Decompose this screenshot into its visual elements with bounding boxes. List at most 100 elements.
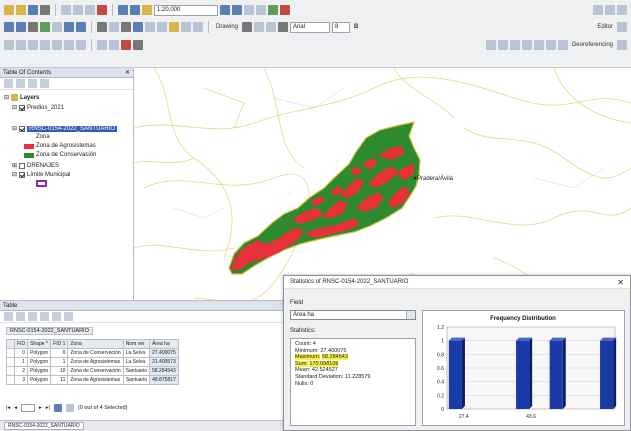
- table-cell[interactable]: 21.400573: [149, 357, 179, 367]
- tool-icon[interactable]: [617, 5, 627, 15]
- toc-layer-rnsc[interactable]: ⊟ RNSC-0154-2022_SANTUARIO: [12, 125, 118, 132]
- table-row[interactable]: 2 Polygon 10 Zona de Conservación Santua…: [6, 366, 179, 376]
- editor-menu[interactable]: Editor: [595, 24, 615, 30]
- georef-tool-icon[interactable]: [557, 40, 568, 50]
- layout-tool-icon[interactable]: [97, 40, 107, 50]
- table-cell[interactable]: Zona de Conservación: [67, 348, 124, 358]
- table-options-icon[interactable]: [4, 312, 13, 321]
- table-cell[interactable]: La Selva: [122, 348, 151, 358]
- open-icon[interactable]: [16, 5, 26, 15]
- toc-window-icon[interactable]: [232, 5, 242, 15]
- georef-tool-icon[interactable]: [533, 40, 544, 50]
- layout-tool-icon[interactable]: [121, 40, 131, 50]
- table-cell[interactable]: Polygon: [27, 348, 52, 358]
- rectangle-icon[interactable]: [266, 22, 277, 32]
- close-icon[interactable]: ✕: [617, 276, 624, 289]
- map-scale-input[interactable]: 1:20,000: [154, 4, 218, 16]
- find-icon[interactable]: [145, 22, 155, 32]
- row-selector[interactable]: [6, 357, 15, 367]
- delete-icon[interactable]: [97, 5, 107, 15]
- georef-tool-icon[interactable]: [521, 40, 532, 50]
- layout-zoom-icon[interactable]: [4, 40, 14, 50]
- table-cell[interactable]: 48.875817: [149, 375, 179, 385]
- tool-icon[interactable]: [593, 5, 603, 15]
- layer-visibility-checkbox[interactable]: [19, 125, 26, 132]
- table-cell[interactable]: 11: [50, 375, 69, 385]
- delete-selected-icon[interactable]: [64, 312, 73, 321]
- text-icon[interactable]: [278, 22, 289, 32]
- expand-icon[interactable]: ⊞: [12, 162, 17, 169]
- add-data-icon[interactable]: [142, 5, 152, 15]
- arctoolbox-icon[interactable]: [268, 5, 278, 15]
- select-features-icon[interactable]: [97, 22, 107, 32]
- layout-tool-icon[interactable]: [133, 40, 143, 50]
- font-name-select[interactable]: Arial: [290, 21, 331, 33]
- zoom-in-icon[interactable]: [4, 22, 14, 32]
- print-icon[interactable]: [40, 5, 50, 15]
- layout-pan-icon[interactable]: [16, 40, 26, 50]
- table-cell[interactable]: La Selva: [122, 357, 151, 367]
- identify-icon[interactable]: [133, 22, 143, 32]
- georef-tool-icon[interactable]: [485, 40, 496, 50]
- table-cell[interactable]: Polygon: [27, 375, 52, 385]
- layout-zoom-100-icon[interactable]: [40, 40, 50, 50]
- next-record-icon[interactable]: ▸: [39, 405, 42, 411]
- time-slider-icon[interactable]: [193, 22, 203, 32]
- table-cell[interactable]: 0: [13, 348, 29, 358]
- forward-extent-icon[interactable]: [76, 22, 86, 32]
- list-by-drawing-order-icon[interactable]: [4, 79, 13, 88]
- layout-back-icon[interactable]: [76, 40, 86, 50]
- html-popup-icon[interactable]: [181, 22, 191, 32]
- editor-toolbar-icon[interactable]: [220, 5, 230, 15]
- table-cell[interactable]: 58.284543: [149, 366, 179, 376]
- close-icon[interactable]: ✕: [125, 68, 130, 78]
- full-extent-icon[interactable]: [40, 22, 50, 32]
- select-element-icon[interactable]: [121, 22, 131, 32]
- table-cell[interactable]: Polygon: [27, 357, 52, 367]
- column-header[interactable]: FID 1: [50, 339, 69, 349]
- table-cell[interactable]: 0: [50, 348, 69, 358]
- zoom-out-icon[interactable]: [16, 22, 26, 32]
- pan-icon[interactable]: [28, 22, 38, 32]
- table-row[interactable]: 1 Polygon 1 Zona de Agrosistemas La Selv…: [6, 357, 179, 367]
- toc-layers-group[interactable]: ⊟ Layers: [4, 94, 39, 101]
- undo-icon[interactable]: [118, 5, 128, 15]
- table-cell[interactable]: Zona de Agrosistemas: [67, 375, 124, 385]
- expand-icon[interactable]: ⊟: [12, 104, 17, 111]
- paste-icon[interactable]: [85, 5, 95, 15]
- select-by-attributes-icon[interactable]: [28, 312, 37, 321]
- column-header[interactable]: Área ha: [149, 339, 179, 349]
- table-cell[interactable]: Santuario: [122, 366, 151, 376]
- layout-tool-icon[interactable]: [109, 40, 119, 50]
- first-record-icon[interactable]: |◂: [6, 405, 10, 411]
- table-cell[interactable]: 1: [50, 357, 69, 367]
- show-all-records-icon[interactable]: [53, 404, 62, 412]
- table-cell[interactable]: 1: [13, 357, 29, 367]
- row-selector[interactable]: [6, 375, 15, 385]
- show-selected-records-icon[interactable]: [65, 404, 74, 412]
- record-number-input[interactable]: [20, 404, 35, 412]
- bold-button[interactable]: B: [352, 24, 360, 30]
- row-selector-header[interactable]: [6, 339, 15, 349]
- map-view[interactable]: Pradera/Ávila: [134, 68, 631, 300]
- table-cell[interactable]: Santuario: [122, 375, 151, 385]
- pointer-icon[interactable]: [242, 22, 253, 32]
- georef-tool-icon[interactable]: [617, 40, 627, 50]
- edit-tool-icon[interactable]: [617, 22, 627, 32]
- table-cell[interactable]: Zona de Conservación: [67, 366, 124, 376]
- table-row[interactable]: 0 Polygon 0 Zona de Conservación La Selv…: [6, 348, 179, 358]
- toc-layer-limite[interactable]: ⊟ Límite Municipal: [12, 171, 70, 178]
- python-icon[interactable]: [280, 5, 290, 15]
- bottom-table-tab[interactable]: RNSC-0154-2022_SANTUARIO: [4, 422, 84, 430]
- table-cell[interactable]: 27.400075: [149, 348, 179, 358]
- table-cell[interactable]: 3: [13, 375, 29, 385]
- last-record-icon[interactable]: ▸|: [46, 405, 50, 411]
- new-icon[interactable]: [4, 5, 14, 15]
- toc-layer-predios[interactable]: ⊟ Predios_2021: [12, 104, 64, 111]
- layout-fixed-out-icon[interactable]: [64, 40, 74, 50]
- fixed-zoom-icon[interactable]: [52, 22, 62, 32]
- row-selector[interactable]: [6, 366, 15, 376]
- collapse-icon[interactable]: ⊟: [12, 125, 17, 132]
- back-extent-icon[interactable]: [64, 22, 74, 32]
- layout-zoom-whole-icon[interactable]: [28, 40, 38, 50]
